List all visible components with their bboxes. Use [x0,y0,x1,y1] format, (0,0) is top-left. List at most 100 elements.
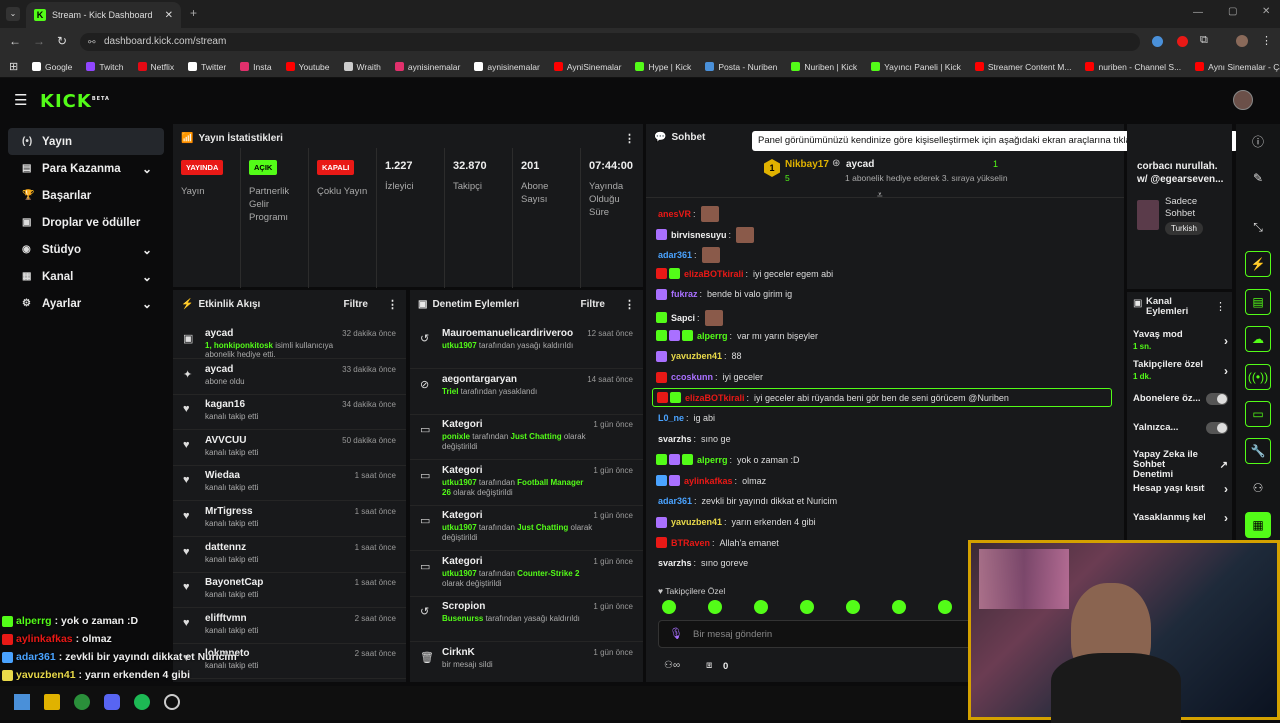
tab-close-icon[interactable]: ✕ [165,10,173,21]
bookmark-item[interactable]: Twitch [86,62,124,72]
emote-icon[interactable] [892,600,906,614]
tab-menu-icon[interactable]: ⌄ [6,7,20,21]
points-icon[interactable]: ⧆ [706,660,712,671]
add-widget-icon[interactable]: ▦ [1245,512,1271,538]
bolt-widget-icon[interactable]: ⚡ [1245,251,1271,277]
chat-username[interactable]: alperrg [697,331,728,341]
mic-icon[interactable]: 🎙 [669,627,683,640]
moderation-target[interactable]: Kategori [442,556,593,567]
moderation-target[interactable]: Kategori [442,465,593,476]
chat-username[interactable]: aylinkafkas [684,476,733,486]
gifter-name[interactable]: aycad [846,159,874,170]
stats-menu-icon[interactable]: ⋮ [624,132,635,145]
sidebar-item[interactable]: ◉ Stüdyo ⌄ [8,236,164,263]
chat-username[interactable]: fukraz [671,289,698,299]
moderator-name[interactable]: utku1907 [442,569,477,578]
chevron-down-icon[interactable]: ⌄ [142,270,152,284]
channel-action[interactable]: Takipçilere özel s 1 dk. › [1133,360,1228,382]
bookmark-item[interactable]: nuriben - Channel S... [1085,62,1181,72]
extensions-puzzle-icon[interactable]: ⧉ [1200,34,1208,47]
chevron-right-icon[interactable]: › [1224,364,1228,378]
chat-username[interactable]: adar361 [658,250,692,260]
channel-actions-menu-icon[interactable]: ⋮ [1215,300,1226,313]
bookmark-item[interactable]: Insta [240,62,272,72]
emote-icon[interactable] [662,600,676,614]
extension-icon[interactable] [1152,36,1163,47]
activity-user[interactable]: elifftvmn [205,613,355,624]
channel-action[interactable]: Yapay Zeka ile Sohbet Denetimi ↗ [1133,450,1228,480]
chat-username[interactable]: yavuzben41 [671,351,722,361]
bookmark-item[interactable]: aynisinemalar [474,62,540,72]
bookmark-item[interactable]: AyniSinemalar [553,62,621,72]
document-widget-icon[interactable]: ▤ [1245,289,1271,315]
language-tag[interactable]: Turkish [1165,222,1203,235]
chat-message[interactable]: birvisnesuyu: [656,226,755,243]
chat-username[interactable]: birvisnesuyu [671,230,727,240]
chat-message[interactable]: elizaBOTkirali: iyi geceler abi rüyanda b… [652,388,1112,408]
channel-action[interactable]: Hesap yaşı kısıtla › [1133,482,1228,496]
chat-username[interactable]: elizaBOTkirali [684,269,744,279]
url-field[interactable]: ⚯ dashboard.kick.com/stream [80,33,1140,51]
category-name[interactable]: Just Chatting [517,523,568,532]
info-icon[interactable]: ⓘ [1245,128,1271,154]
chat-widget-icon[interactable]: ☁ [1245,326,1271,352]
toggle-switch[interactable] [1206,393,1228,405]
bookmark-item[interactable]: aynisinemalar [394,62,460,72]
chat-username[interactable]: svarzhs [658,434,692,444]
moderator-name[interactable]: utku1907 [442,341,477,350]
moderation-target[interactable]: Mauroemanuelicardiriveroo [442,328,587,339]
broadcast-widget-icon[interactable]: ((•)) [1245,364,1271,390]
hamburger-menu-icon[interactable]: ☰ [14,91,27,109]
top-gifter-name[interactable]: Nikbay17 [785,159,829,170]
toggle-switch[interactable] [1206,422,1228,434]
activity-item[interactable]: ♥ MrTigress kanalı takip etti 1 saat önce [173,502,406,537]
chevron-down-icon[interactable]: ⌄ [142,243,152,257]
chat-username[interactable]: adar361 [658,496,692,506]
bookmark-item[interactable]: Streamer Content M... [974,62,1071,72]
bookmark-item[interactable]: Hype | Kick [635,62,691,72]
channel-action[interactable]: Abonelere öz... [1133,393,1228,405]
chevron-right-icon[interactable]: › [1224,511,1228,525]
users-widget-icon[interactable]: ⚇ [1245,475,1271,501]
moderation-target[interactable]: Kategori [442,419,593,430]
activity-item[interactable]: ♥ Wiedaa kanalı takip etti 1 saat önce [173,466,406,502]
activity-user[interactable]: aycad [205,328,342,339]
moderation-target[interactable]: Kategori [442,510,593,521]
moderation-target[interactable]: aegontargaryan [442,374,587,385]
activity-item[interactable]: ▣ aycad 1, honkiponkitosk isimli kullanıcı… [173,324,406,359]
activity-user[interactable]: BayonetCap [205,577,355,588]
chat-username[interactable]: elizaBOTkirali [685,393,745,403]
chat-message[interactable]: anesVR: [656,206,719,222]
chat-message[interactable]: ccoskunn: iyi geceler [656,371,763,383]
kick-logo[interactable]: KICKBETA [40,91,110,112]
activity-item[interactable]: ✦ aycad abone oldu 33 dakika önce [173,360,406,395]
sidebar-item[interactable]: 🏆 Başarılar [8,182,164,209]
extension-icon[interactable] [1177,36,1188,47]
chevron-down-icon[interactable]: ⌄ [142,297,152,311]
chat-message[interactable]: adar361: [656,247,720,264]
start-icon[interactable] [14,694,30,710]
bookmark-item[interactable]: Netflix [137,62,174,72]
bookmark-item[interactable]: Aynı Sinemalar - Ça... [1195,62,1280,72]
apps-grid-icon[interactable]: ⊞ [9,60,18,73]
expand-leaderboard-icon[interactable]: ⩡ [877,190,883,201]
bookmark-item[interactable]: Wraith [343,62,381,72]
site-info-icon[interactable]: ⚯ [88,33,96,51]
moderation-item[interactable]: 🗑 CirknK bir mesajı sildi 1 gün önce [410,643,643,683]
user-avatar[interactable] [1233,90,1253,110]
chat-message[interactable]: aylinkafkas: olmaz [656,475,766,487]
activity-user[interactable]: aycad [205,364,342,375]
chat-message[interactable]: svarzhs: sıno ge [656,434,731,444]
moderation-item[interactable]: ▭ Kategori utku1907 tarafından Football Ma… [410,461,643,506]
bookmark-item[interactable]: Youtube [285,62,330,72]
emote-icon[interactable] [708,600,722,614]
chat-message[interactable]: alperrg: yok o zaman :D [656,454,800,466]
expand-icon[interactable]: ⤡ [1245,214,1271,240]
channel-action[interactable]: Yavaş mod 1 sn. › [1133,330,1228,352]
chevron-right-icon[interactable]: › [1224,334,1228,348]
activity-user[interactable]: Wiedaa [205,470,355,481]
forward-icon[interactable]: → [33,34,45,48]
moderation-target[interactable]: Scropion [442,601,593,612]
sidebar-item[interactable]: ▦ Kanal ⌄ [8,263,164,290]
external-link-icon[interactable]: ↗ [1220,460,1228,471]
